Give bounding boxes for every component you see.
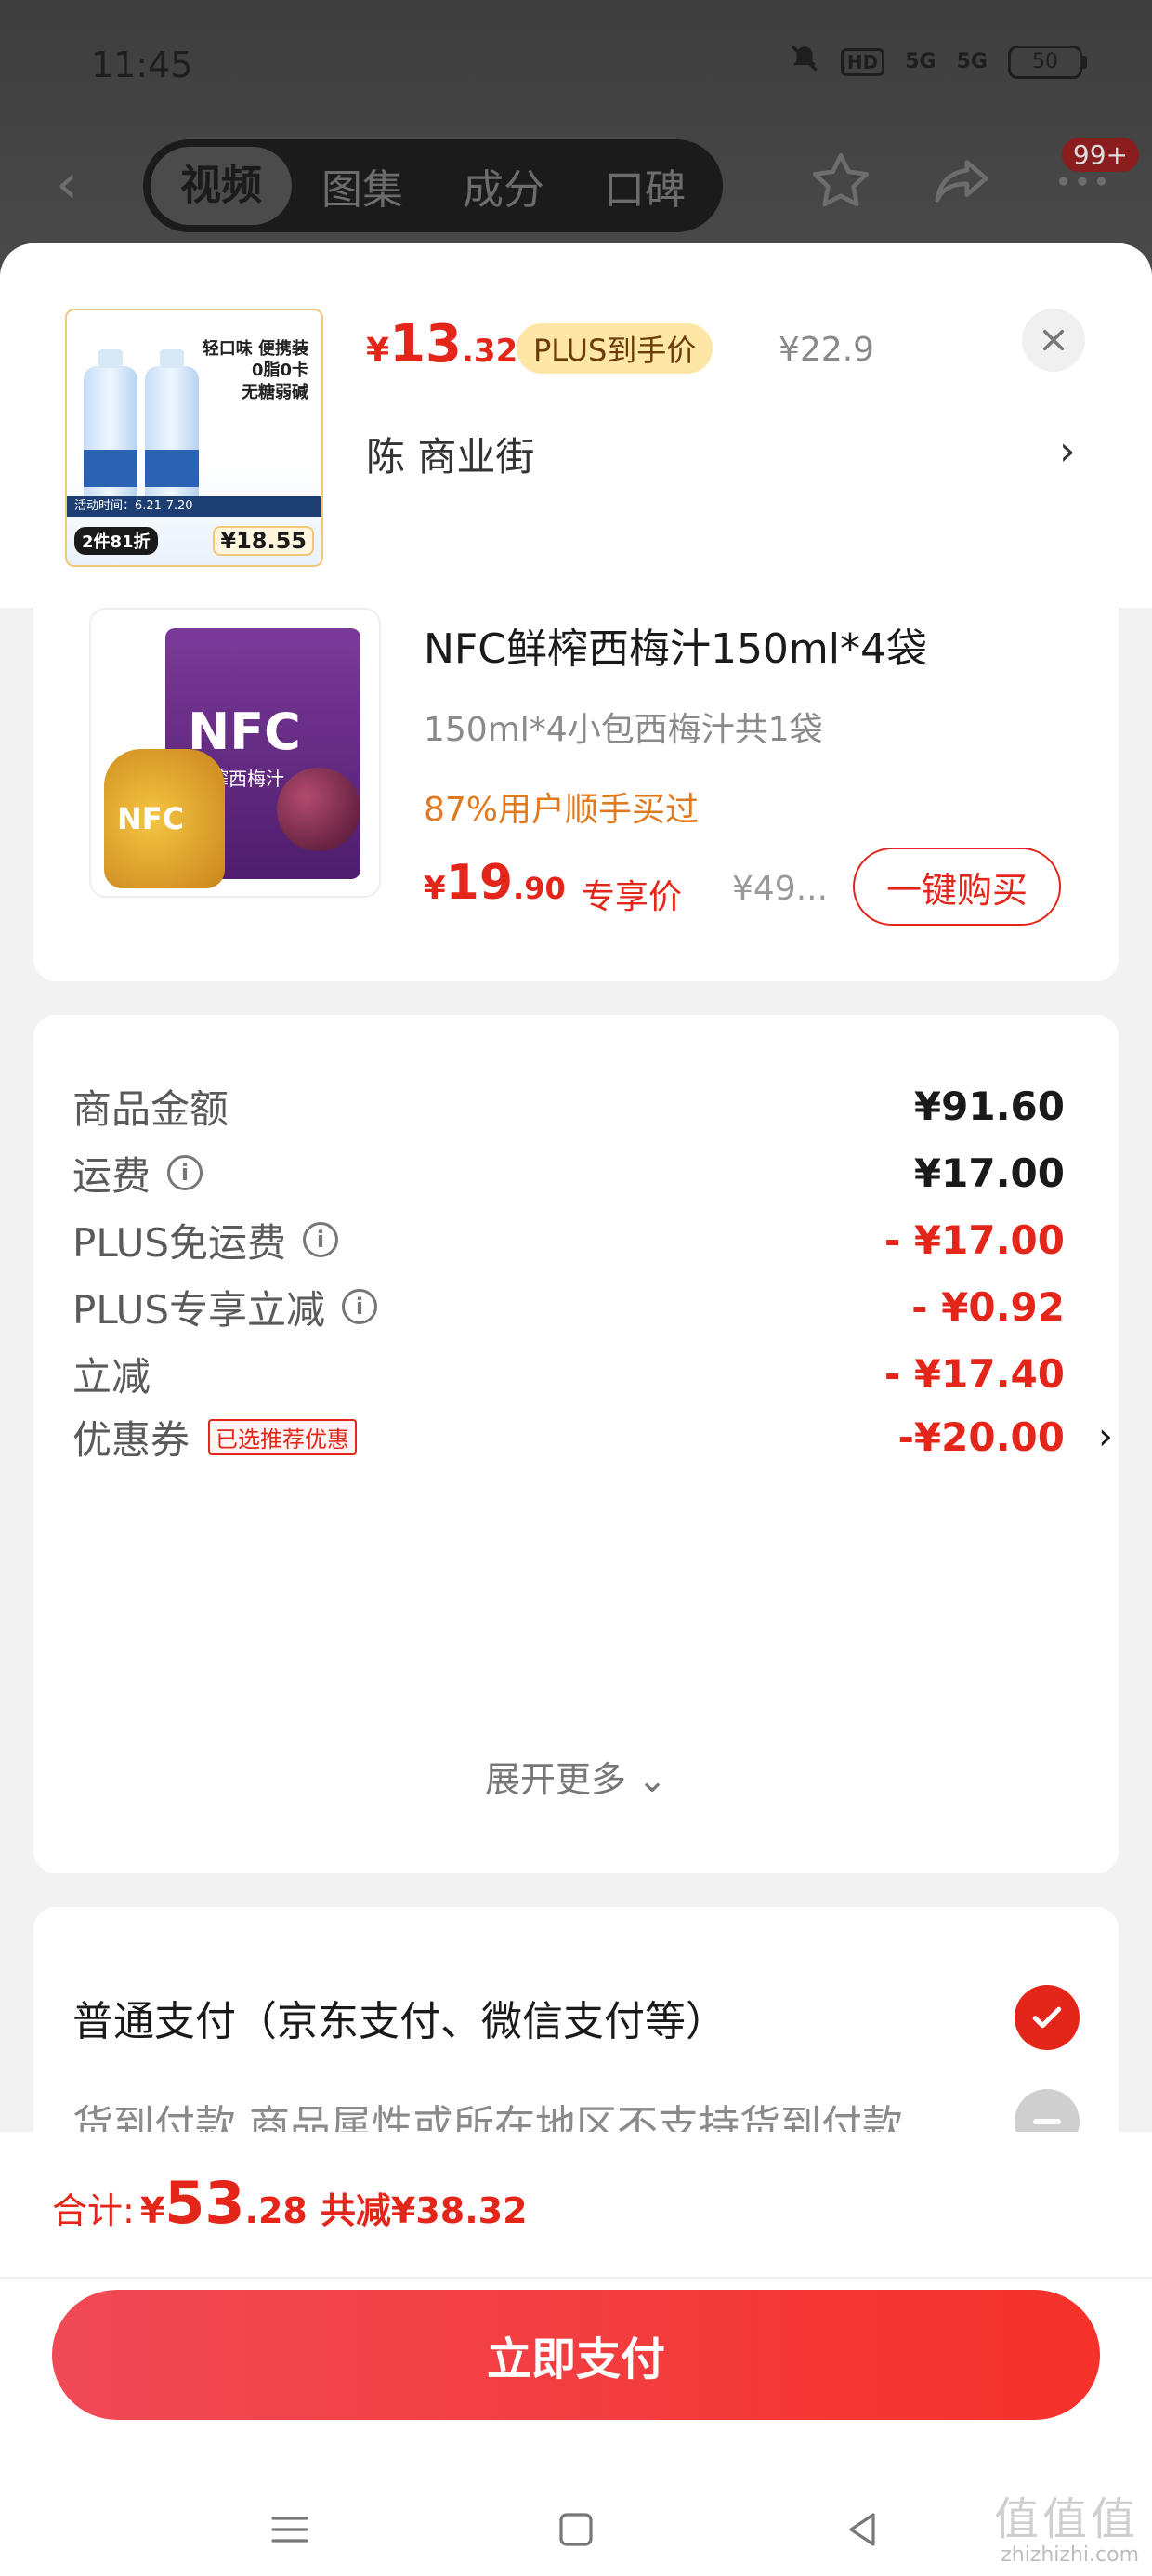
payment-option-normal[interactable]: 普通支付（京东支付、微信支付等）: [72, 1976, 1080, 2059]
tab-ingredients[interactable]: 成分: [433, 156, 574, 216]
order-total: 合计: ¥ 53 .28 共减¥38.32: [52, 2169, 528, 2237]
header-original-price: ¥22.9: [779, 331, 875, 369]
store-name[interactable]: 陈 商业街: [366, 426, 534, 482]
price-summary: 商品金额 ¥91.60 运费 i ¥17.00 PLUS免运费 i - ¥17.…: [33, 1015, 1119, 1873]
bought-together-note: 87%用户顺手买过: [424, 791, 700, 829]
divider: [0, 2277, 1152, 2279]
home-icon[interactable]: [554, 2507, 598, 2556]
signal-icon-2: 5G: [956, 50, 988, 73]
thumb-strip: 活动时间：6.21-7.20: [67, 496, 321, 517]
summary-row-shipping: 运费 i ¥17.00: [72, 1150, 1065, 1199]
pay-now-button[interactable]: 立即支付: [52, 2290, 1100, 2420]
exclusive-price-label: 专享价: [582, 878, 683, 916]
info-icon[interactable]: i: [303, 1222, 339, 1257]
back-nav-icon[interactable]: [840, 2507, 884, 2556]
thumb-offer: 2件81折: [74, 527, 158, 555]
close-icon: [1042, 329, 1065, 351]
header-price: ¥ 13 .32: [366, 314, 518, 375]
battery-icon: 50: [1008, 45, 1087, 79]
thumb-tagline: 轻口味 便携装 0脂0卡 无糖弱碱: [202, 339, 308, 402]
back-icon[interactable]: ‹: [56, 156, 78, 212]
favorite-star-icon[interactable]: [808, 149, 873, 214]
battery-level: 50: [1008, 45, 1082, 79]
pouch-text: NFC: [117, 801, 185, 836]
hd-icon: HD: [840, 47, 885, 76]
coupon-chevron-icon[interactable]: ›: [1098, 1415, 1113, 1458]
selected-check-icon[interactable]: [1015, 1985, 1080, 2050]
recommended-product-subtitle: 150ml*4小包西梅汁共1袋: [424, 711, 823, 749]
summary-row-subtotal: 商品金额 ¥91.60: [72, 1083, 1065, 1132]
product-thumbnail[interactable]: 轻口味 便携装 0脂0卡 无糖弱碱 活动时间：6.21-7.20 2件81折 ¥…: [65, 309, 323, 567]
status-icons: HD 5G 5G 50: [789, 43, 1087, 81]
tab-reviews[interactable]: 口碑: [574, 156, 715, 216]
coupon-selected-tag: 已选推荐优惠: [208, 1418, 358, 1455]
media-tabs: 视频 图集 成分 口碑: [143, 139, 723, 232]
recommended-product-card: NFC 鲜榨西梅汁 NFC NFC鲜榨西梅汁150ml*4袋 150ml*4小包…: [33, 608, 1119, 981]
watermark: 值值值 zhizhizhi.com: [994, 2495, 1139, 2567]
info-icon[interactable]: i: [342, 1289, 378, 1324]
store-chevron-icon[interactable]: ›: [1059, 427, 1076, 475]
recommended-product-image[interactable]: NFC 鲜榨西梅汁 NFC: [89, 608, 381, 898]
summary-row-plus-discount: PLUS专享立减 i - ¥0.92: [72, 1283, 1065, 1333]
plus-price-tag: PLUS到手价: [517, 323, 713, 374]
recommended-original-price: ¥49...: [732, 870, 829, 908]
menu-icon[interactable]: [268, 2507, 312, 2556]
recommended-product-price: ¥ 19 .90: [424, 855, 566, 911]
info-icon[interactable]: i: [167, 1155, 203, 1190]
watermark-logo: 值值值: [993, 2493, 1139, 2546]
total-saved: 共减¥38.32: [320, 2190, 528, 2231]
tab-video[interactable]: 视频: [151, 147, 292, 225]
sheet-header: 轻口味 便携装 0脂0卡 无糖弱碱 活动时间：6.21-7.20 2件81折 ¥…: [0, 243, 1152, 608]
recommended-product-title[interactable]: NFC鲜榨西梅汁150ml*4袋: [424, 615, 927, 675]
watermark-domain: zhizhizhi.com: [1001, 2543, 1139, 2567]
system-nav-bar: [0, 2485, 1152, 2576]
tab-gallery[interactable]: 图集: [292, 156, 433, 216]
expand-more-button[interactable]: 展开更多 ⌄: [33, 1751, 1119, 1802]
summary-row-plus-free-shipping: PLUS免运费 i - ¥17.00: [72, 1216, 1065, 1266]
summary-row-coupon[interactable]: 优惠券 已选推荐优惠 -¥20.00 ›: [72, 1400, 1113, 1474]
status-time: 11:45: [91, 45, 193, 85]
share-icon[interactable]: [929, 149, 994, 214]
signal-icon: 5G: [905, 50, 936, 73]
mute-icon: [789, 43, 820, 81]
background-page: 11:45 HD 5G 5G 50 ‹ 视频 图集 成分 口碑 99+: [0, 0, 1152, 279]
close-button[interactable]: [1022, 309, 1085, 372]
one-click-buy-button[interactable]: 一键购买: [853, 848, 1061, 926]
checkout-footer: 合计: ¥ 53 .28 共减¥38.32 立即支付 值值值 zhizhizhi…: [0, 2132, 1152, 2576]
notification-badge: 99+: [1061, 138, 1139, 172]
thumb-price: ¥18.55: [213, 526, 314, 556]
